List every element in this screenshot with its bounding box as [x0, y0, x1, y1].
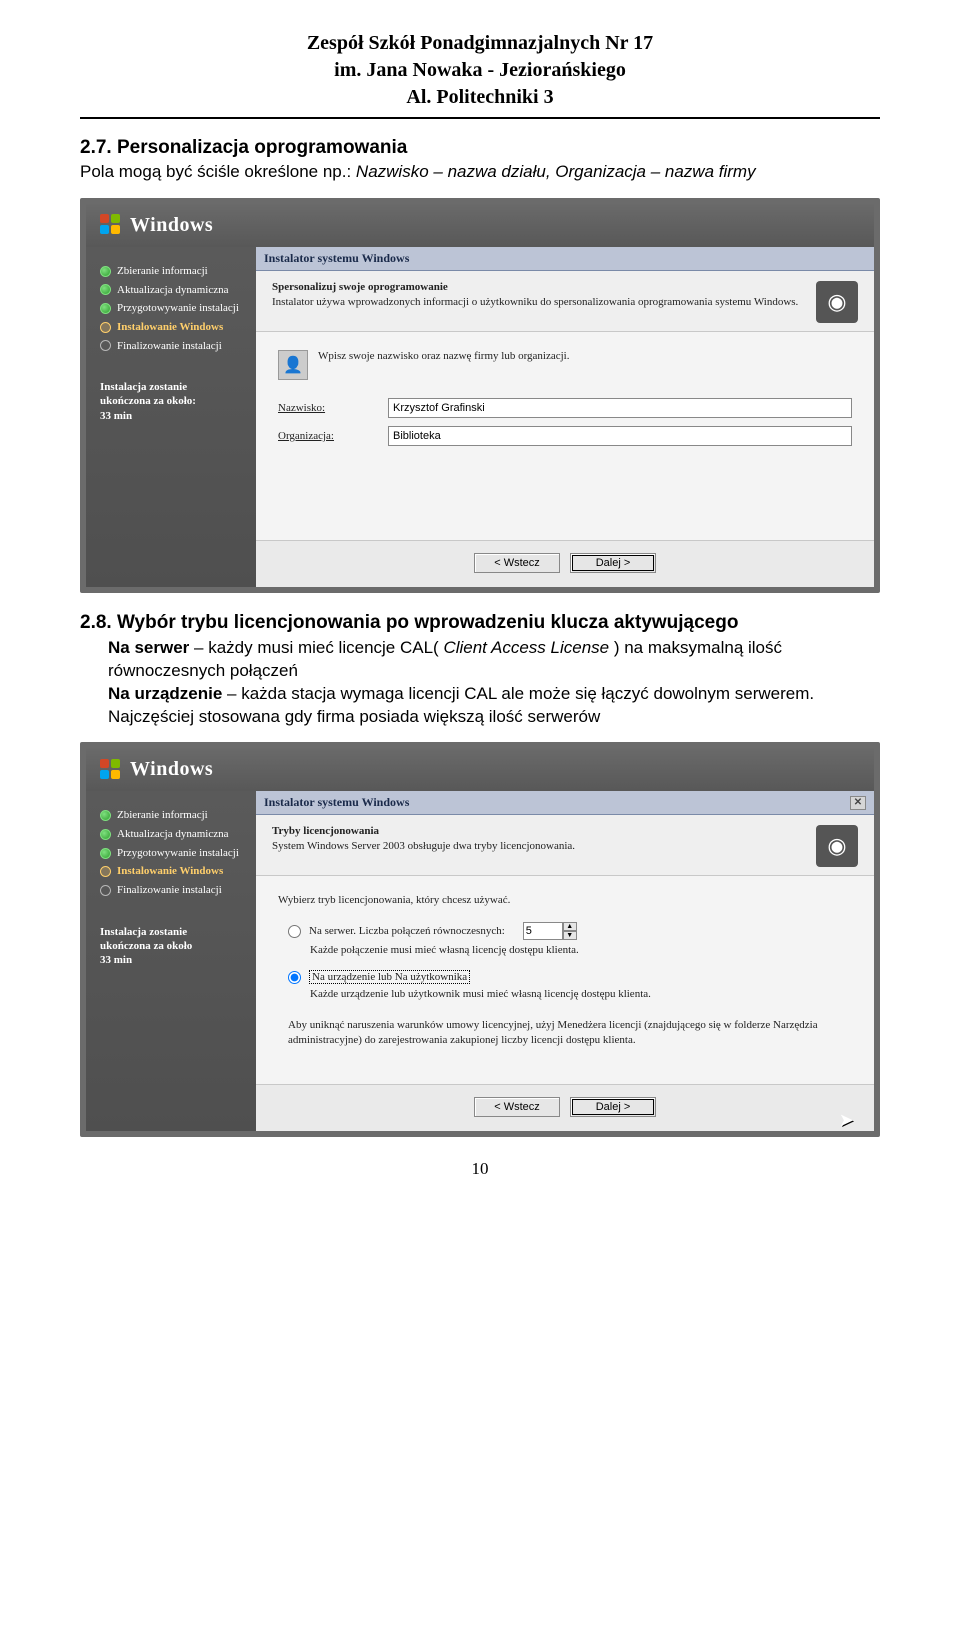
windows-brand-text: Windows [130, 214, 213, 237]
installer-sidebar: Zbieranie informacji Aktualizacja dynami… [86, 247, 256, 587]
dialog-title: Instalator systemu Windows [264, 251, 409, 266]
windows-brand-text: Windows [130, 758, 213, 781]
next-button[interactable]: Dalej > [570, 1097, 656, 1117]
dialog-button-row: < Wstecz Dalej > [256, 1084, 874, 1131]
eta-line: ukończona za około: [100, 394, 246, 408]
user-pc-icon: 👤 [278, 350, 308, 380]
document-header: Zespół Szkół Ponadgimnazjalnych Nr 17 im… [80, 30, 880, 111]
eta-line: ukończona za około [100, 939, 246, 953]
dialog-header: Spersonalizuj swoje oprogramowanie Insta… [256, 271, 874, 332]
na-urzadzenie-label: Na urządzenie [108, 684, 222, 703]
installer-dialog: Instalator systemu Windows ✕ Tryby licen… [256, 791, 874, 1131]
t1: – każdy musi mieć licencje CAL( [194, 638, 443, 657]
windows-flag-icon [100, 214, 122, 236]
step-label: Przygotowywanie instalacji [117, 302, 239, 315]
step-dynamic-update: Aktualizacja dynamiczna [100, 284, 246, 297]
installer-sidebar: Zbieranie informacji Aktualizacja dynami… [86, 791, 256, 1131]
dialog-header: Tryby licencjonowania System Windows Ser… [256, 815, 874, 876]
eta-line: Instalacja zostanie [100, 380, 246, 394]
back-button[interactable]: < Wstecz [474, 1097, 560, 1117]
step-dynamic-update: Aktualizacja dynamiczna [100, 828, 246, 841]
step-label: Aktualizacja dynamiczna [117, 828, 228, 841]
sidebar-eta: Instalacja zostanie ukończona za około 3… [100, 925, 246, 968]
header-line-2: im. Jana Nowaka - Jeziorańskiego [80, 57, 880, 84]
dialog-head-title: Spersonalizuj swoje oprogramowanie [272, 281, 804, 293]
radio-per-device[interactable] [288, 971, 301, 984]
screenshot-personalize: Windows Zbieranie informacji Aktualizacj… [80, 198, 880, 593]
section-2-7-title: 2.7. Personalizacja oprogramowania [80, 137, 880, 159]
step-label: Instalowanie Windows [117, 321, 223, 334]
dialog-head-desc: Instalator używa wprowadzonych informacj… [272, 296, 804, 308]
sidebar-eta: Instalacja zostanie ukończona za około: … [100, 380, 246, 423]
dialog-titlebar: Instalator systemu Windows ✕ [256, 791, 874, 815]
step-label: Finalizowanie instalacji [117, 884, 222, 897]
radio-per-device-desc: Każde urządzenie lub użytkownik musi mie… [310, 988, 852, 1000]
back-button[interactable]: < Wstecz [474, 553, 560, 573]
close-icon[interactable]: ✕ [850, 796, 866, 810]
step-label: Zbieranie informacji [117, 265, 208, 278]
step-label: Instalowanie Windows [117, 865, 223, 878]
connections-spinner[interactable]: ▲ ▼ [523, 922, 577, 940]
dialog-content: 👤 Wpisz swoje nazwisko oraz nazwę firmy … [256, 332, 874, 540]
radio-per-server-label: Na serwer. Liczba połączeń równoczesnych… [309, 925, 505, 937]
form-intro-text: Wpisz swoje nazwisko oraz nazwę firmy lu… [318, 350, 570, 362]
mouse-cursor-icon: ➤ [839, 1110, 854, 1131]
section-2-7-text-italic: Nazwisko – nazwa działu, Organizacja – n… [356, 162, 756, 181]
radio-per-server-desc: Każde połączenie musi mieć własną licenc… [310, 944, 852, 956]
dialog-title: Instalator systemu Windows [264, 795, 409, 810]
step-finalizing: Finalizowanie instalacji [100, 884, 246, 897]
step-collecting-info: Zbieranie informacji [100, 809, 246, 822]
section-2-8-title: 2.8. Wybór trybu licencjonowania po wpro… [80, 611, 880, 635]
org-input[interactable] [388, 426, 852, 446]
spin-up-button[interactable]: ▲ [563, 922, 577, 931]
radio-per-server[interactable] [288, 925, 301, 938]
dialog-head-title: Tryby licencjonowania [272, 825, 804, 837]
name-label: Nazwisko: [278, 402, 378, 414]
connections-input[interactable] [523, 922, 563, 940]
installer-dialog: Instalator systemu Windows Spersonalizuj… [256, 247, 874, 587]
na-serwer-label: Na serwer [108, 638, 189, 657]
step-finalizing: Finalizowanie instalacji [100, 340, 246, 353]
step-installing-windows: Instalowanie Windows [100, 865, 246, 878]
header-line-1: Zespół Szkół Ponadgimnazjalnych Nr 17 [80, 30, 880, 57]
page-number: 10 [80, 1159, 880, 1179]
step-installing-windows: Instalowanie Windows [100, 321, 246, 334]
step-collecting-info: Zbieranie informacji [100, 265, 246, 278]
header-rule [80, 117, 880, 119]
step-label: Aktualizacja dynamiczna [117, 284, 228, 297]
section-2-7-text-a: Pola mogą być ściśle określone np.: [80, 162, 356, 181]
step-label: Finalizowanie instalacji [117, 340, 222, 353]
step-label: Przygotowywanie instalacji [117, 847, 239, 860]
cal-italic: Client Access License [443, 638, 609, 657]
header-line-3: Al. Politechniki 3 [80, 84, 880, 111]
eta-line: Instalacja zostanie [100, 925, 246, 939]
step-label: Zbieranie informacji [117, 809, 208, 822]
dialog-button-row: < Wstecz Dalej > [256, 540, 874, 587]
licensing-note: Aby uniknąć naruszenia warunków umowy li… [288, 1018, 852, 1048]
dialog-titlebar: Instalator systemu Windows [256, 247, 874, 271]
eta-value: 33 min [100, 953, 246, 967]
section-2-7-paragraph: Pola mogą być ściśle określone np.: Nazw… [80, 161, 880, 184]
spin-down-button[interactable]: ▼ [563, 931, 577, 940]
screenshot-licensing: Windows Zbieranie informacji Aktualizacj… [80, 742, 880, 1137]
next-button[interactable]: Dalej > [570, 553, 656, 573]
name-input[interactable] [388, 398, 852, 418]
eta-value: 33 min [100, 409, 246, 423]
step-preparing-install: Przygotowywanie instalacji [100, 302, 246, 315]
licensing-intro: Wybierz tryb licencjonowania, który chce… [278, 894, 852, 906]
windows-flag-icon [100, 759, 122, 781]
windows-banner: Windows [86, 748, 874, 791]
windows-banner: Windows [86, 204, 874, 247]
section-2-8-paragraph-1: Na serwer – każdy musi mieć licencje CAL… [108, 637, 880, 683]
dialog-content: Wybierz tryb licencjonowania, który chce… [256, 876, 874, 1084]
radio-per-device-label: Na urządzenie lub Na użytkownika [309, 970, 470, 984]
cd-icon: ◉ [816, 825, 858, 867]
cd-icon: ◉ [816, 281, 858, 323]
step-preparing-install: Przygotowywanie instalacji [100, 847, 246, 860]
org-label: Organizacja: [278, 430, 378, 442]
dialog-head-desc: System Windows Server 2003 obsługuje dwa… [272, 840, 804, 852]
section-2-8-paragraph-2: Na urządzenie – każda stacja wymaga lice… [108, 683, 880, 729]
